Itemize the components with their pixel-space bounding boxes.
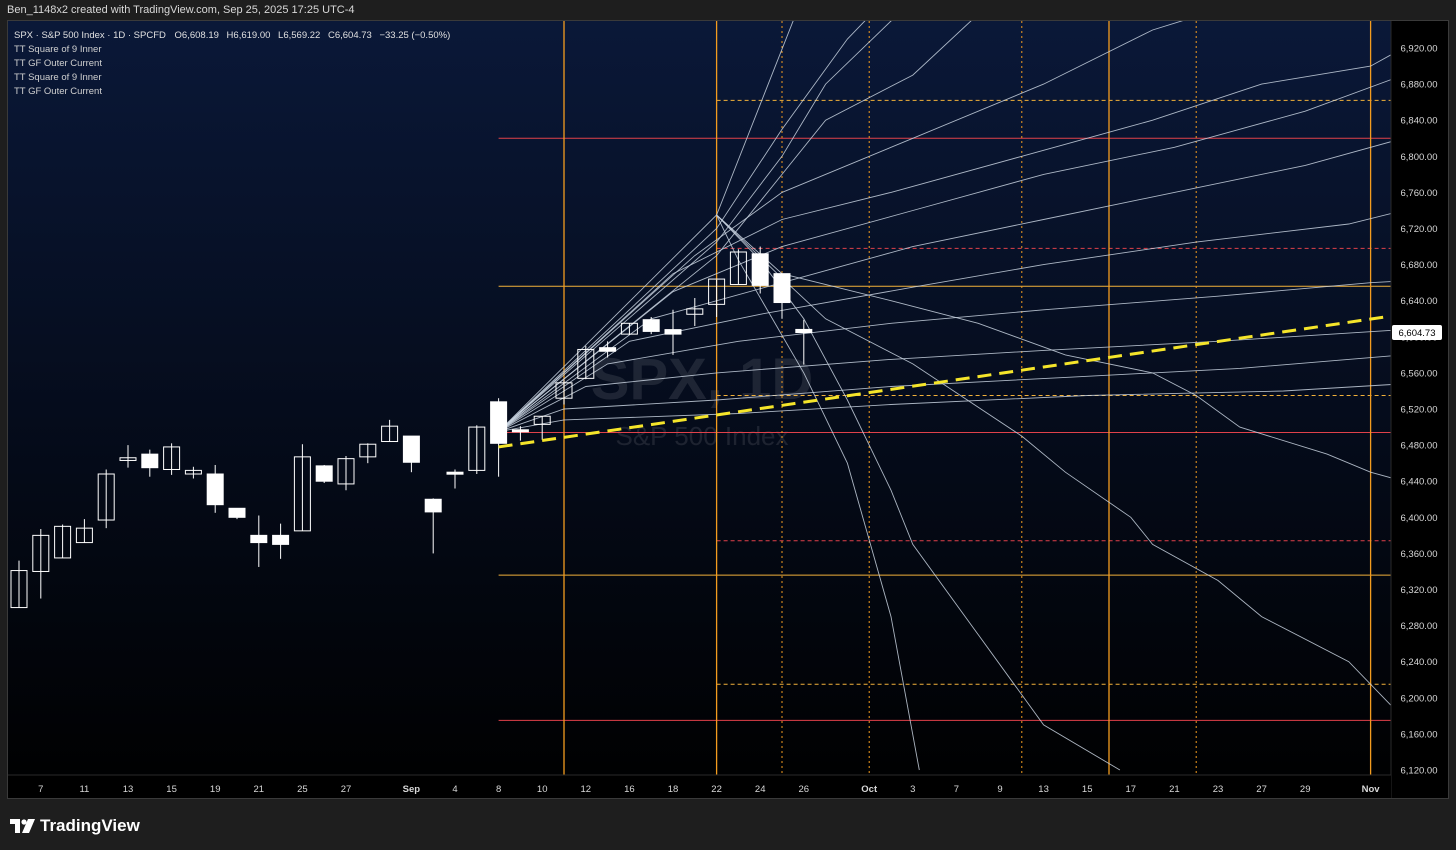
candle-body — [751, 253, 769, 286]
time-tick-label: 15 — [1082, 784, 1093, 795]
price-tick-label: 6,160.00 — [1401, 729, 1438, 740]
candle-body — [206, 473, 224, 506]
price-badge-text: 6,604.73 — [1399, 328, 1436, 339]
candle-body — [250, 534, 268, 544]
price-tick-label: 6,760.00 — [1401, 188, 1438, 199]
time-tick-label: 25 — [297, 784, 308, 795]
time-tick-label: Sep — [403, 784, 421, 795]
time-tick-label: 18 — [668, 784, 679, 795]
tradingview-logo-icon — [10, 819, 35, 833]
time-tick-label: Nov — [1362, 784, 1381, 795]
price-tick-label: 6,120.00 — [1401, 766, 1438, 777]
time-tick-label: 17 — [1126, 784, 1137, 795]
time-tick-label: Oct — [861, 784, 878, 795]
time-tick-label: 19 — [210, 784, 221, 795]
time-tick-label: 7 — [954, 784, 959, 795]
candle — [315, 464, 333, 484]
time-tick-label: 13 — [123, 784, 134, 795]
time-tick-label: 27 — [1256, 784, 1267, 795]
price-tick-label: 6,800.00 — [1401, 152, 1438, 163]
time-tick-label: 15 — [166, 784, 177, 795]
candle-body — [446, 471, 464, 475]
candle-body — [315, 465, 333, 482]
candle-body — [402, 435, 420, 463]
brand-name: TradingView — [40, 816, 140, 835]
chart-title: Ben_1148x2 created with TradingView.com,… — [7, 4, 355, 16]
time-tick-label: 16 — [624, 784, 635, 795]
legend-close: 6,604.73 — [335, 30, 372, 41]
time-tick-label: 21 — [1169, 784, 1180, 795]
price-tick-label: 6,360.00 — [1401, 549, 1438, 560]
candle-body — [795, 328, 813, 334]
time-tick-label: 11 — [79, 784, 89, 795]
price-tick-label: 6,400.00 — [1401, 513, 1438, 524]
price-tick-label: 6,840.00 — [1401, 116, 1438, 127]
candle-body — [490, 401, 508, 444]
legend-line: SPX · S&P 500 Index · 1D · SPCFD O6,608.… — [14, 30, 450, 41]
price-chart[interactable]: SPX, 1D S&P 500 Index SPX · S&P 500 Inde… — [8, 21, 1448, 798]
indicator-label[interactable]: TT Square of 9 Inner — [14, 72, 102, 83]
price-tick-label: 6,240.00 — [1401, 657, 1438, 668]
time-tick-label: 24 — [755, 784, 766, 795]
candle-body — [511, 429, 529, 433]
time-tick-label: 9 — [997, 784, 1002, 795]
candle — [642, 316, 660, 335]
legend-open-label: O — [175, 30, 182, 41]
price-tick-label: 6,200.00 — [1401, 693, 1438, 704]
candle-body — [272, 534, 290, 545]
price-axis[interactable]: 6,920.00 6,880.00 6,840.00 6,800.00 6,760.00… — [1390, 21, 1448, 798]
legend-low: 6,569.22 — [283, 30, 320, 41]
legend-open: 6,608.19 — [182, 30, 219, 41]
chart-frame: SPX, 1D S&P 500 Index SPX · S&P 500 Inde… — [7, 20, 1449, 799]
candle — [228, 507, 246, 520]
time-tick-label: 29 — [1300, 784, 1311, 795]
indicator-label[interactable]: TT GF Outer Current — [14, 86, 102, 97]
candle-body — [642, 319, 660, 332]
price-tick-label: 6,520.00 — [1401, 405, 1438, 416]
watermark: SPX, 1D S&P 500 Index — [591, 347, 813, 451]
candle-body — [773, 273, 791, 304]
price-tick-label: 6,640.00 — [1401, 296, 1438, 307]
indicator-label[interactable]: TT Square of 9 Inner — [14, 44, 102, 55]
candle-body — [228, 507, 246, 518]
chart-header: Ben_1148x2 created with TradingView.com,… — [0, 0, 1456, 20]
time-tick-label: 13 — [1038, 784, 1049, 795]
time-tick-label: 22 — [711, 784, 722, 795]
time-tick-label: 21 — [254, 784, 265, 795]
candle-body — [141, 453, 159, 469]
price-tick-label: 6,920.00 — [1401, 44, 1438, 55]
time-tick-label: 26 — [799, 784, 810, 795]
legend-symbol: SPX · S&P 500 Index · 1D · SPCFD — [14, 30, 166, 41]
price-tick-label: 6,680.00 — [1401, 260, 1438, 271]
time-tick-label: 7 — [38, 784, 43, 795]
time-axis[interactable]: 7 11 13 15 19 21 25 27 Sep 4 8 10 12 16 18 22 24 26 Oct 3 7 9… — [8, 774, 1391, 798]
candle-body — [424, 498, 442, 513]
candle-body — [599, 347, 617, 352]
legend-change: −33.25 (−0.50%) — [379, 30, 450, 41]
legend-high: 6,619.00 — [233, 30, 270, 41]
price-tick-label: 6,480.00 — [1401, 441, 1438, 452]
watermark-symbol: SPX, 1D — [591, 347, 813, 412]
price-tick-label: 6,320.00 — [1401, 585, 1438, 596]
time-tick-label: 8 — [496, 784, 501, 795]
price-tick-label: 6,720.00 — [1401, 224, 1438, 235]
footer-bar — [0, 800, 1456, 850]
tradingview-brand[interactable]: TradingView — [10, 815, 140, 837]
indicator-label[interactable]: TT GF Outer Current — [14, 58, 102, 69]
price-tick-label: 6,560.00 — [1401, 368, 1438, 379]
time-tick-label: 4 — [452, 784, 457, 795]
time-tick-label: 27 — [341, 784, 352, 795]
time-tick-label: 10 — [537, 784, 548, 795]
time-tick-label: 23 — [1213, 784, 1224, 795]
time-tick-label: 3 — [910, 784, 915, 795]
price-tick-label: 6,440.00 — [1401, 477, 1438, 488]
price-tick-label: 6,280.00 — [1401, 621, 1438, 632]
last-price-badge: 6,604.73 — [1392, 325, 1442, 341]
time-tick-label: 12 — [581, 784, 592, 795]
candle-body — [664, 329, 682, 335]
price-tick-label: 6,880.00 — [1401, 80, 1438, 91]
